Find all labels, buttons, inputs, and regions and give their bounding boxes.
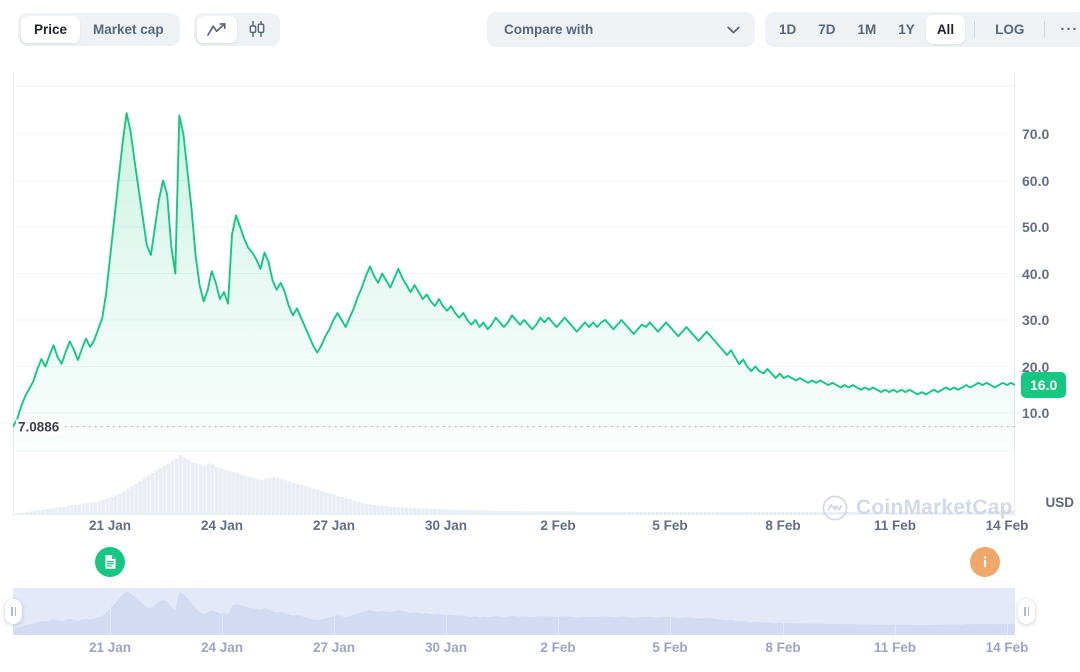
navigator-gridline-2 — [334, 588, 335, 635]
time-range-group: 1D 7D 1M 1Y All LOG ··· — [765, 12, 1080, 47]
navigator-gridline-4 — [558, 588, 559, 635]
navigator-right-handle[interactable] — [1018, 599, 1035, 624]
x-axis-tick-8-feb: 8 Feb — [765, 518, 800, 533]
tab-market-cap[interactable]: Market cap — [80, 16, 177, 43]
document-icon — [103, 554, 118, 570]
x-axis-tick-2-feb: 2 Feb — [540, 518, 575, 533]
info-event-marker[interactable] — [970, 547, 1000, 577]
navigator-x-tick-5-feb: 5 Feb — [652, 640, 687, 655]
main-chart-area: 10.020.030.040.050.060.070.0 16.0 7.0886… — [0, 58, 1080, 520]
y-axis-tick-50-0: 50.0 — [1022, 219, 1049, 235]
y-axis-tick-70-0: 70.0 — [1022, 126, 1049, 142]
metric-toggle-group: Price Market cap — [18, 13, 180, 46]
news-event-marker[interactable] — [95, 547, 125, 577]
x-axis-tick-27-jan: 27 Jan — [313, 518, 355, 533]
y-axis-tick-30-0: 30.0 — [1022, 312, 1049, 328]
currency-label: USD — [1045, 495, 1074, 510]
navigator-gridline-3 — [446, 588, 447, 635]
y-axis-labels: 10.020.030.040.050.060.070.0 — [1022, 72, 1080, 515]
navigator-gridline-1 — [222, 588, 223, 635]
more-options-icon[interactable]: ··· — [1054, 21, 1080, 38]
navigator-left-handle[interactable] — [5, 599, 22, 624]
navigator-gridline-5 — [670, 588, 671, 635]
navigator-x-tick-30-jan: 30 Jan — [425, 640, 467, 655]
chart-toolbar: Price Market cap Compare with — [0, 0, 1080, 58]
x-axis-tick-21-jan: 21 Jan — [89, 518, 131, 533]
price-area-chart[interactable] — [13, 72, 1015, 515]
chevron-down-icon — [727, 26, 740, 34]
range-1d[interactable]: 1D — [768, 15, 807, 44]
navigator-x-tick-8-feb: 8 Feb — [765, 640, 800, 655]
navigator-track[interactable] — [13, 588, 1015, 635]
y-axis-tick-40-0: 40.0 — [1022, 266, 1049, 282]
x-axis-labels: 21 Jan 24 Jan 27 Jan 30 Jan 2 Feb 5 Feb 8 Feb 1… — [0, 518, 1080, 548]
navigator-x-tick-21-jan: 21 Jan — [89, 640, 131, 655]
compare-with-dropdown[interactable]: Compare with — [487, 12, 755, 47]
navigator-x-tick-2-feb: 2 Feb — [540, 640, 575, 655]
x-axis-tick-5-feb: 5 Feb — [652, 518, 687, 533]
low-price-label: 7.0886 — [16, 419, 61, 434]
candlestick-chart-icon[interactable] — [237, 16, 277, 43]
x-axis-tick-24-jan: 24 Jan — [201, 518, 243, 533]
navigator-gridline-8 — [1007, 588, 1008, 635]
navigator-x-tick-11-feb: 11 Feb — [874, 640, 916, 655]
navigator-x-axis-labels: 21 Jan 24 Jan 27 Jan 30 Jan 2 Feb 5 Feb 8 Feb 1… — [0, 640, 1080, 664]
y-axis-tick-60-0: 60.0 — [1022, 173, 1049, 189]
current-price-badge: 16.0 — [1021, 372, 1066, 398]
navigator-gridline-0 — [110, 588, 111, 635]
range-7d[interactable]: 7D — [807, 15, 846, 44]
line-chart-icon[interactable] — [197, 16, 237, 43]
info-icon — [978, 554, 992, 570]
y-axis-tick-10-0: 10.0 — [1022, 405, 1049, 421]
chart-type-toggle-group — [194, 13, 280, 46]
navigator-x-tick-14-feb: 14 Feb — [986, 640, 1029, 655]
toolbar-divider-1 — [974, 21, 975, 38]
navigator-gridlines — [13, 588, 1015, 635]
volume-bars — [13, 455, 1015, 515]
x-axis-tick-14-feb: 14 Feb — [986, 518, 1029, 533]
price-area-fill — [13, 113, 1015, 453]
price-chart-widget: Price Market cap Compare with — [0, 0, 1080, 672]
range-navigator[interactable]: 21 Jan 24 Jan 27 Jan 30 Jan 2 Feb 5 Feb 8 Feb 1… — [0, 588, 1080, 672]
navigator-gridline-7 — [895, 588, 896, 635]
toolbar-divider-2 — [1044, 21, 1045, 38]
compare-with-label: Compare with — [504, 22, 593, 37]
range-1m[interactable]: 1M — [847, 15, 888, 44]
x-axis-tick-30-jan: 30 Jan — [425, 518, 467, 533]
range-1y[interactable]: 1Y — [887, 15, 926, 44]
navigator-gridline-6 — [783, 588, 784, 635]
x-axis-tick-11-feb: 11 Feb — [874, 518, 916, 533]
navigator-x-tick-24-jan: 24 Jan — [201, 640, 243, 655]
tab-price[interactable]: Price — [21, 16, 80, 43]
range-all[interactable]: All — [926, 15, 965, 44]
log-scale-toggle[interactable]: LOG — [984, 15, 1035, 44]
navigator-x-tick-27-jan: 27 Jan — [313, 640, 355, 655]
